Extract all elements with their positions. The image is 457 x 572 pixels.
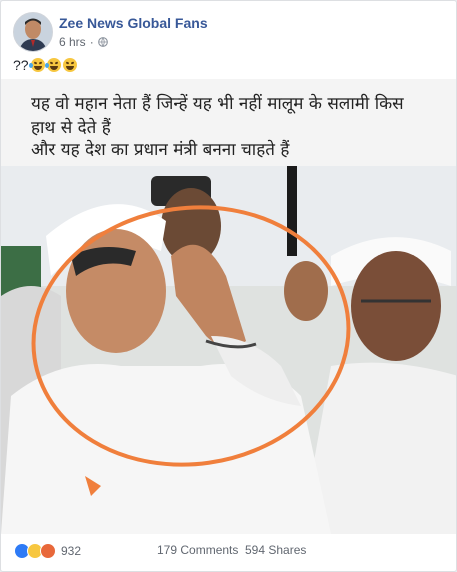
image-text-line-3: और यह देश का प्रधान मंत्री बनना चाहते है… [31, 140, 290, 160]
caption-text: ?? [13, 57, 29, 73]
photo-scene [1, 166, 456, 534]
reaction-count: 932 [61, 544, 82, 558]
reactions-summary[interactable]: 932 [14, 543, 81, 559]
page-avatar[interactable] [13, 12, 53, 52]
post-meta: 6 hrs · [59, 35, 108, 49]
image-text-line-2: हाथ से देते हैं [31, 118, 111, 138]
post-caption: ?? [13, 57, 77, 73]
rolling-on-floor-laughing-emoji [44, 58, 61, 72]
post-footer: 932 179 Comments 594 Shares [1, 535, 456, 565]
post-timestamp[interactable]: 6 hrs [59, 35, 86, 49]
globe-icon[interactable] [97, 37, 108, 47]
page-name-link[interactable]: Zee News Global Fans [59, 15, 208, 31]
grinning-emoji [62, 58, 77, 72]
image-text-banner: यह वो महान नेता हैं जिन्हें यह भी नहीं म… [1, 79, 456, 166]
image-text-line-1: यह वो महान नेता हैं जिन्हें यह भी नहीं म… [31, 94, 404, 114]
meta-separator: · [89, 35, 94, 49]
comments-count-link[interactable]: 179 Comments [157, 543, 238, 557]
avatar-image [14, 13, 52, 51]
facebook-post-card: Zee News Global Fans 6 hrs · ?? यह वो मह… [0, 0, 457, 572]
angry-icon [40, 543, 56, 559]
shares-count-link[interactable]: 594 Shares [245, 543, 306, 557]
post-image[interactable]: यह वो महान नेता हैं जिन्हें यह भी नहीं म… [1, 79, 456, 534]
rolling-on-floor-laughing-emoji [28, 58, 45, 72]
